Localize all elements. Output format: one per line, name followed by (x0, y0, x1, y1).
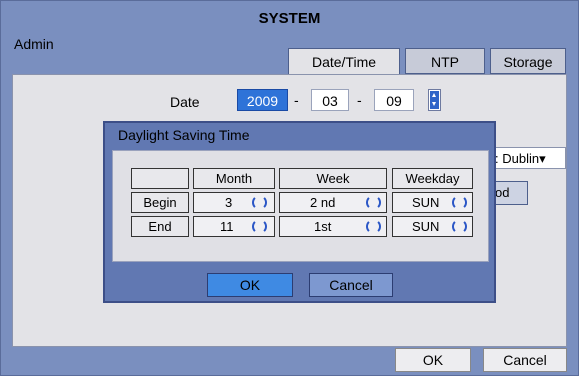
end-weekday-field[interactable]: SUN (392, 216, 473, 237)
header-week: Week (279, 168, 387, 189)
tab-date-time[interactable]: Date/Time (288, 48, 400, 75)
dialog-title: Daylight Saving Time (118, 127, 250, 143)
date-separator: - (357, 92, 362, 108)
date-spinner[interactable] (428, 89, 441, 111)
date-day-field[interactable]: 09 (374, 89, 414, 111)
spin-down-icon[interactable] (430, 100, 439, 109)
date-separator: - (294, 92, 299, 108)
dialog-cancel-button[interactable]: Cancel (309, 273, 393, 297)
date-month-field[interactable]: 03 (311, 89, 349, 111)
cycle-icon[interactable] (252, 219, 267, 234)
date-label: Date (170, 94, 200, 110)
timezone-value: : Dublin (495, 151, 540, 166)
begin-weekday-field[interactable]: SUN (392, 192, 473, 213)
section-label: Admin (14, 36, 54, 52)
dialog-ok-button[interactable]: OK (207, 273, 293, 297)
header-month: Month (193, 168, 275, 189)
table-corner-cell (131, 168, 189, 189)
cycle-icon[interactable] (452, 195, 467, 210)
end-month-value: 11 (220, 219, 234, 234)
cycle-icon[interactable] (252, 195, 267, 210)
ok-button[interactable]: OK (395, 348, 471, 372)
begin-weekday-value: SUN (412, 195, 440, 210)
tab-ntp[interactable]: NTP (405, 48, 485, 74)
begin-month-field[interactable]: 3 (193, 192, 275, 213)
end-week-field[interactable]: 1st (279, 216, 387, 237)
cancel-button[interactable]: Cancel (483, 348, 567, 372)
end-month-field[interactable]: 11 (193, 216, 275, 237)
end-weekday-value: SUN (412, 219, 440, 234)
begin-week-field[interactable]: 2 nd (279, 192, 387, 213)
chevron-down-icon: ▾ (539, 151, 546, 166)
cycle-icon[interactable] (452, 219, 467, 234)
spin-up-icon[interactable] (430, 91, 439, 100)
period-button[interactable]: od (492, 181, 528, 205)
row-label-end: End (131, 216, 189, 237)
window-title: SYSTEM (258, 10, 321, 27)
cycle-icon[interactable] (366, 195, 381, 210)
timezone-select[interactable]: : Dublin▾ (492, 147, 566, 169)
end-week-value: 1st (314, 219, 332, 234)
begin-month-value: 3 (225, 195, 233, 210)
cycle-icon[interactable] (366, 219, 381, 234)
date-year-field[interactable]: 2009 (237, 89, 288, 111)
begin-week-value: 2 nd (310, 195, 336, 210)
tab-storage[interactable]: Storage (490, 48, 566, 74)
row-label-begin: Begin (131, 192, 189, 213)
header-weekday: Weekday (392, 168, 473, 189)
